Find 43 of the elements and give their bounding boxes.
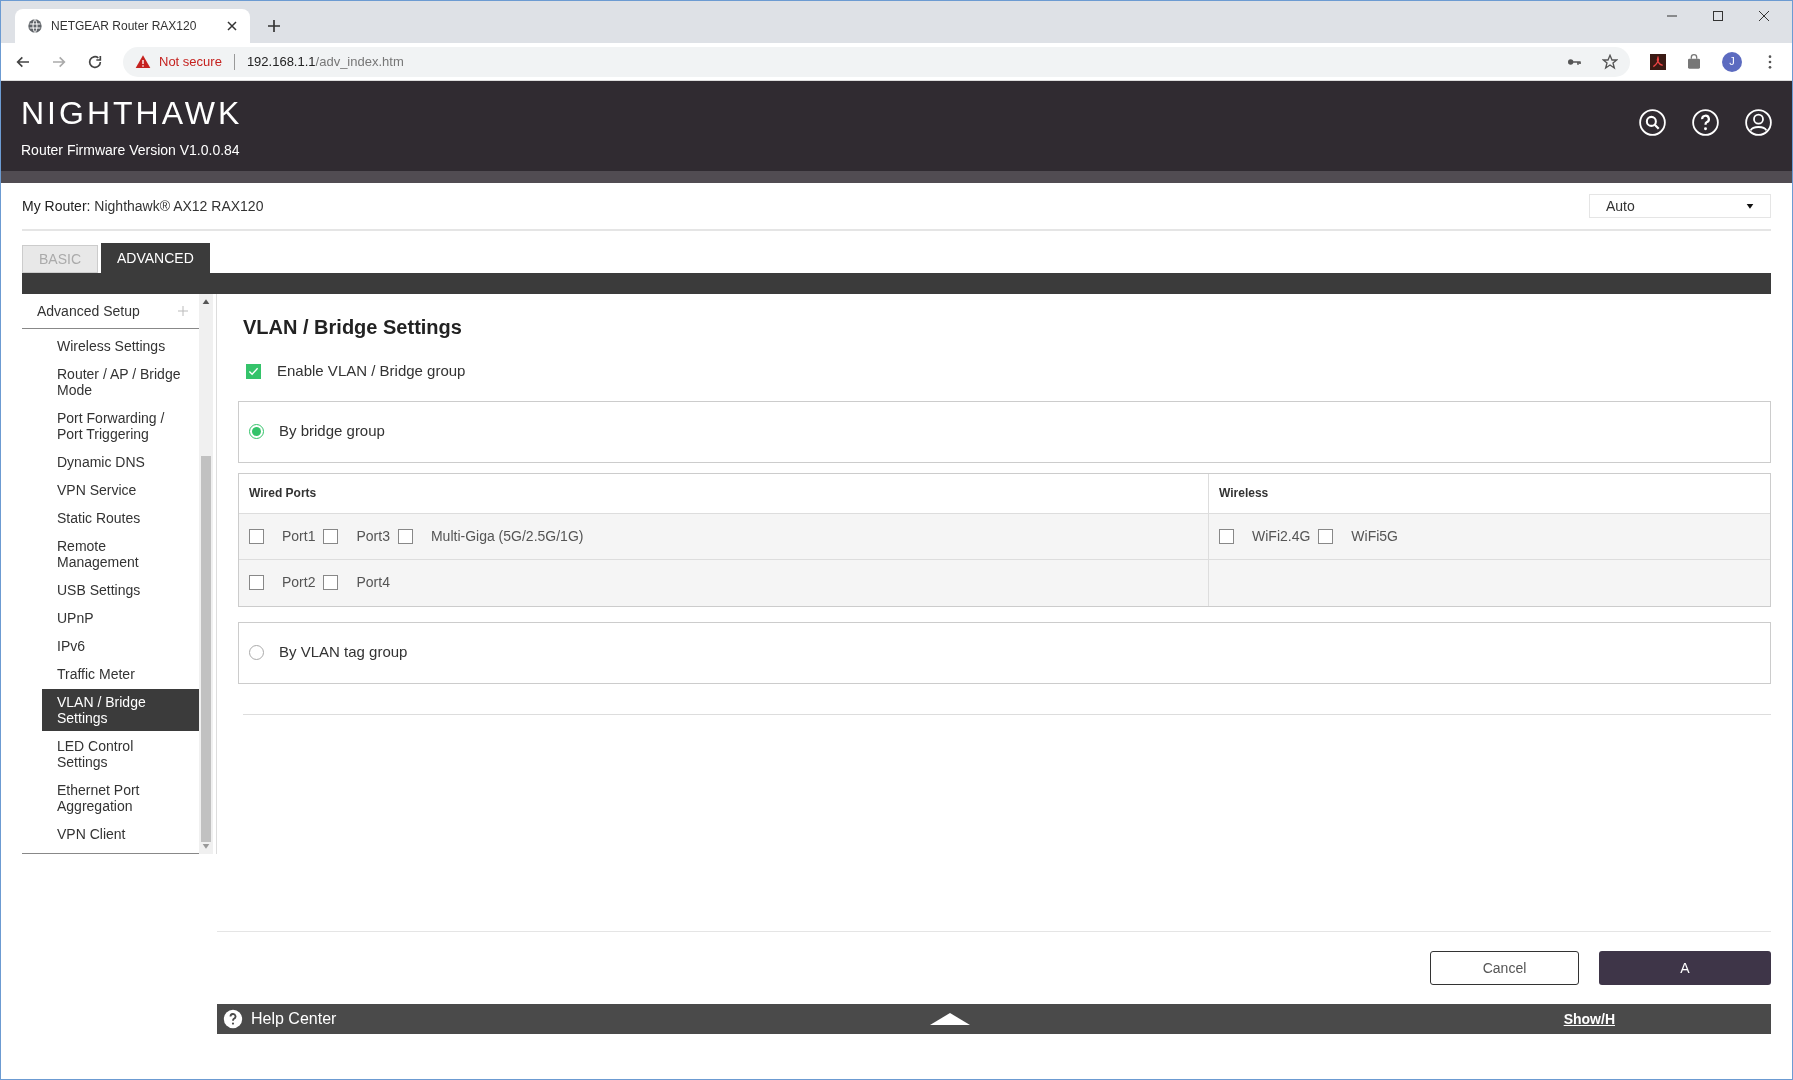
radio-label: By VLAN tag group	[279, 642, 408, 663]
sidebar-item[interactable]: VPN Service	[42, 477, 199, 503]
sidebar-item[interactable]: Traffic Meter	[42, 661, 199, 687]
port-label: WiFi2.4G	[1252, 526, 1311, 546]
port-label: Port4	[356, 573, 390, 592]
sidebar-item[interactable]: USB Settings	[42, 577, 199, 603]
profile-avatar[interactable]: J	[1722, 51, 1742, 72]
url-text: 192.168.1.1/adv_index.htm	[246, 52, 404, 71]
column-header: Wired Ports	[239, 473, 1209, 514]
sidebar-item[interactable]: Static Routes	[42, 505, 199, 531]
help-title: Help Center	[251, 1009, 337, 1029]
port-label: WiFi5G	[1351, 526, 1398, 546]
port-label: Port2	[282, 573, 316, 592]
apply-button[interactable]: A	[1599, 951, 1771, 985]
language-dropdown[interactable]: Auto	[1589, 194, 1771, 218]
cancel-button[interactable]: Cancel	[1430, 951, 1579, 985]
port-label: Port1	[282, 526, 316, 546]
sidebar-item[interactable]: Ethernet Port Aggregation	[42, 777, 199, 819]
sidebar-item[interactable]: VLAN / Bridge Settings	[42, 689, 199, 731]
browser-tab[interactable]: NETGEAR Router RAX120	[15, 9, 250, 43]
tab[interactable]: ADVANCED	[101, 243, 210, 273]
checkbox-label: Enable VLAN / Bridge group	[277, 361, 466, 381]
port-label: Port3	[356, 526, 390, 546]
radio-label: By bridge group	[279, 421, 385, 442]
show-hide-link[interactable]: Show/H	[1563, 1008, 1615, 1030]
sidebar-item[interactable]: IPv6	[42, 633, 199, 659]
sidebar-item[interactable]: Remote Management	[42, 533, 199, 575]
sidebar-item[interactable]: Dynamic DNS	[42, 449, 199, 475]
sidebar-item[interactable]: LED Control Settings	[42, 733, 199, 775]
page-title: VLAN / Bridge Settings	[243, 315, 463, 340]
port-label: Multi-Giga (5G/2.5G/1G)	[430, 526, 584, 546]
tab-title: NETGEAR Router RAX120	[51, 18, 198, 35]
sidebar-item[interactable]: UPnP	[42, 605, 199, 631]
firmware-version: Router Firmware Version V1.0.0.84	[21, 141, 241, 160]
sidebar-item[interactable]: Port Forwarding / Port Triggering	[42, 405, 199, 447]
address-bar[interactable]: Not secure 192.168.1.1/adv_index.htm	[123, 46, 1630, 77]
logo: NIGHTHAWK	[21, 94, 243, 133]
router-name: My Router: Nighthawk® AX12 RAX120	[22, 196, 264, 216]
sidebar-item[interactable]: Router / AP / Bridge Mode	[42, 361, 199, 403]
sidebar-item[interactable]: VPN Client	[42, 821, 199, 847]
section-heading: Advanced Setup	[37, 301, 141, 321]
sidebar-item[interactable]: Wireless Settings	[42, 333, 199, 359]
security-label: Not secure	[159, 52, 222, 71]
